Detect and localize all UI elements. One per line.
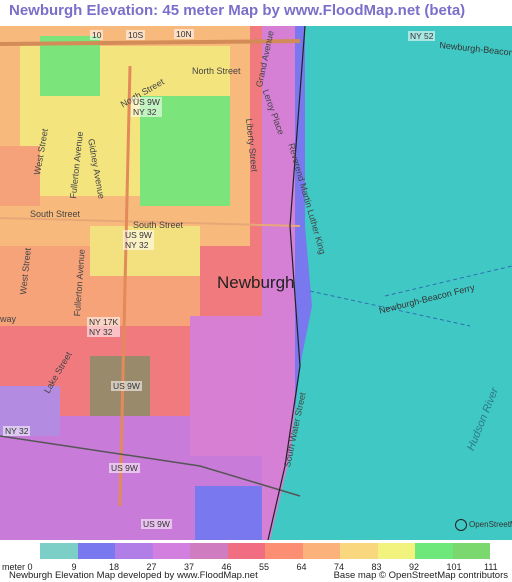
osm-logo[interactable]: OpenStreetMap (455, 519, 512, 531)
legend-tick-label: 55 (259, 562, 270, 572)
legend-swatch (227, 543, 265, 559)
shield-ny-52: NY 52 (408, 31, 436, 41)
shield-i-10: 10 (90, 30, 104, 40)
page-title: Newburgh Elevation: 45 meter Map by www.… (9, 2, 466, 19)
legend-swatch (340, 543, 378, 559)
street-label-south-street: South Street (30, 209, 81, 219)
city-label: Newburgh (217, 273, 295, 292)
legend-swatch (265, 543, 303, 559)
shield-i-10s: 10S (126, 30, 146, 40)
legend-swatch (77, 543, 115, 559)
elevation-map[interactable]: North Street North Street Grand Avenue L… (0, 26, 512, 540)
orange-patch-w (0, 146, 40, 206)
shield-us9w-3: US 9W (141, 519, 172, 529)
legend-color-bar (40, 543, 490, 559)
osm-logo-text: OpenStreetMap (469, 520, 512, 530)
legend-tick-label: 64 (296, 562, 307, 572)
legend-swatch (190, 543, 228, 559)
magnifier-icon (455, 519, 467, 531)
legend-swatch (115, 543, 153, 559)
street-label-broadway: Broadway (0, 314, 17, 324)
legend-swatch (452, 543, 490, 559)
street-label-north-street: North Street (192, 66, 241, 76)
legend-swatch (40, 543, 78, 559)
legend-swatch (152, 543, 190, 559)
footer-credit: Newburgh Elevation Map developed by www.… (9, 570, 258, 581)
shield-us9w-ny32-south: US 9W NY 32 (123, 230, 154, 250)
shield-us9w-ny32-north: US 9W NY 32 (131, 97, 162, 117)
shield-ny17k-ny32: NY 17K NY 32 (87, 317, 121, 337)
footer-attribution: Base map © OpenStreetMap contributors (333, 570, 508, 581)
title-bar: Newburgh Elevation: 45 meter Map by www.… (0, 0, 512, 26)
legend-swatch (415, 543, 453, 559)
legend-swatch (302, 543, 340, 559)
elevation-legend: meter 0 9 18 27 37 46 55 64 74 83 92 101 111 Newburg… (0, 540, 512, 582)
shield-i-10n: 10N (174, 29, 194, 39)
shield-us9w-1: US 9W (111, 381, 142, 391)
legend-swatch (377, 543, 415, 559)
river-edge-lowland (190, 316, 270, 456)
shore-blue (195, 486, 265, 540)
street-label-south-street-2: South Street (133, 220, 184, 230)
shield-us9w-2: US 9W (109, 463, 140, 473)
shield-ny-32: NY 32 (3, 426, 31, 436)
